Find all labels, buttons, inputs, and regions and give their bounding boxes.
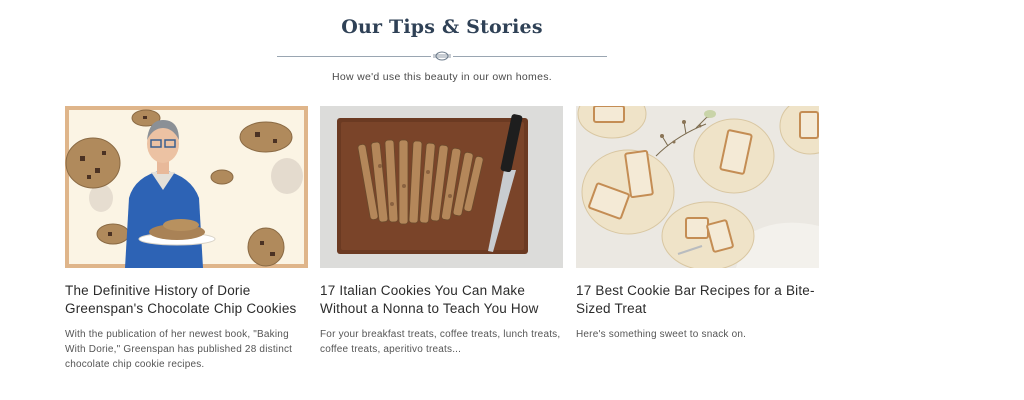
card-title[interactable]: 17 Italian Cookies You Can Make Without … xyxy=(320,282,563,318)
card-description: For your breakfast treats, coffee treats… xyxy=(320,329,561,355)
woman-holding-cookies-photo[interactable] xyxy=(65,106,308,268)
story-card[interactable]: 17 Italian Cookies You Can Make Without … xyxy=(320,106,563,357)
card-description: With the publication of her newest book,… xyxy=(65,329,293,370)
section-title: Our Tips & Stories xyxy=(341,16,543,38)
section-subtitle: How we'd use this beauty in our own home… xyxy=(331,71,553,83)
knot-ornament-icon xyxy=(433,51,451,61)
story-card[interactable]: The Definitive History of Dorie Greenspa… xyxy=(65,106,308,372)
cookie-bars-plates-photo[interactable] xyxy=(576,106,819,268)
story-card[interactable]: 17 Best Cookie Bar Recipes for a Bite-Si… xyxy=(576,106,819,342)
biscotti-cutting-board-photo[interactable] xyxy=(320,106,563,268)
ornamental-divider xyxy=(277,50,607,62)
card-description: Here's something sweet to snack on. xyxy=(576,329,747,340)
card-title[interactable]: 17 Best Cookie Bar Recipes for a Bite-Si… xyxy=(576,282,819,318)
card-title[interactable]: The Definitive History of Dorie Greenspa… xyxy=(65,282,308,318)
